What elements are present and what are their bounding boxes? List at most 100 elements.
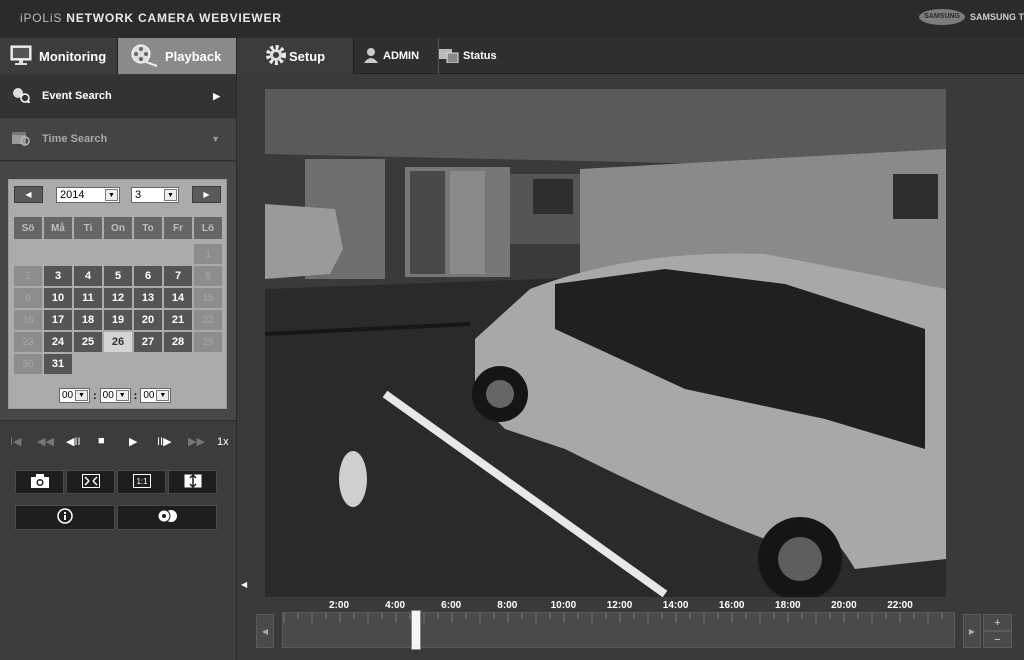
gear-icon [265,44,287,69]
chevron-down-icon: ▼ [105,189,118,201]
calendar-day[interactable]: 8 [194,266,222,286]
timeline-next-button[interactable]: ▶ [963,614,981,648]
step-forward-icon[interactable]: II▶ [157,435,172,448]
calendar-day[interactable]: 13 [134,288,162,308]
arrow-right-icon: ▶ [203,190,210,199]
stop-icon[interactable]: ■ [98,435,105,447]
chevron-down-icon: ▼ [164,189,177,201]
fit-screen-button[interactable] [66,470,115,494]
timeline-label: 4:00 [385,600,406,611]
timeline-scale: 2:00 4:00 6:00 8:00 10:00 12:00 14:00 16:00 18:0… [0,600,1024,612]
year-value: 2014 [60,189,85,201]
camera-image [265,89,946,597]
calendar-day[interactable]: 1 [194,244,222,264]
svg-text:1:1: 1:1 [136,477,148,486]
step-back-icon[interactable]: ◀II [66,435,81,448]
calendar-day[interactable]: 23 [14,332,42,352]
timeline-label: 12:00 [606,600,633,611]
time-search-menu[interactable]: Time Search ▼ [0,118,236,161]
tab-playback[interactable]: Playback [118,38,236,74]
calendar-icon [12,130,30,149]
calendar-day[interactable]: 10 [44,288,72,308]
tab-monitoring-label: Monitoring [39,48,107,64]
calendar-day[interactable]: 2 [14,266,42,286]
calendar-day[interactable]: 14 [164,288,192,308]
user-menu[interactable]: ADMIN [364,38,419,74]
fast-forward-icon[interactable]: ▶▶ [188,435,205,448]
calendar-day[interactable]: 17 [44,310,72,330]
timeline-label: 2:00 [328,600,350,611]
prev-month-button[interactable]: ◀ [14,186,43,203]
status-button[interactable]: Status [438,38,497,74]
chevron-down-icon: ▼ [156,390,170,401]
chevron-right-icon: ▶ [213,90,220,101]
calendar-day[interactable]: 9 [14,288,42,308]
tab-monitoring[interactable]: Monitoring [0,38,118,74]
calendar-day[interactable]: 29 [194,332,222,352]
video-frame[interactable] [265,89,946,597]
calendar-day[interactable]: 3 [44,266,72,286]
timeline-bar[interactable] [282,612,957,648]
capture-button[interactable] [15,470,64,494]
timeline-label: 10:00 [550,600,577,611]
calendar-day[interactable]: 4 [74,266,102,286]
collapse-sidebar-icon[interactable]: ◀ [241,580,247,589]
minute-select[interactable]: 00 ▼ [99,388,131,403]
info-icon [57,508,73,527]
month-select[interactable]: 3 ▼ [131,187,179,203]
weekday-header: Lö [194,217,222,239]
calendar-day[interactable]: 25 [74,332,102,352]
calendar-day[interactable]: 20 [134,310,162,330]
timeline-ticks [283,613,957,623]
backup-button[interactable] [117,505,217,530]
minute-value: 00 [102,390,114,401]
calendar-day[interactable]: 22 [194,310,222,330]
timeline-prev-button[interactable]: ◀ [256,614,274,648]
second-select[interactable]: 00 ▼ [140,388,172,403]
calendar-day[interactable]: 31 [44,354,72,374]
calendar-day[interactable]: 24 [44,332,72,352]
playback-controls: I◀ ◀◀ ◀II ■ ▶ II▶ ▶▶ 1x 1:1 [0,420,236,547]
timeline-label: 18:00 [775,600,801,611]
year-select[interactable]: 2014 ▼ [56,187,120,203]
zoom-out-button[interactable]: − [983,631,1012,648]
info-button[interactable] [15,505,115,530]
calendar-day[interactable]: 28 [164,332,192,352]
calendar-day[interactable]: 6 [134,266,162,286]
sidebar: Event Search ▶ Time Search ▼ ◀ 2014 ▼ 3 … [0,75,236,660]
status-icon [439,47,459,66]
user-icon [364,47,378,66]
zoom-in-button[interactable]: + [983,614,1012,631]
calendar-day[interactable]: 27 [134,332,162,352]
calendar-day[interactable]: 16 [14,310,42,330]
calendar-day[interactable]: 30 [14,354,42,374]
calendar-day[interactable]: 21 [164,310,192,330]
fullscreen-button[interactable] [168,470,217,494]
chevron-down-icon: ▼ [75,390,88,401]
calendar-day[interactable]: 18 [74,310,102,330]
timeline-cursor[interactable] [411,610,421,650]
actual-size-button[interactable]: 1:1 [117,470,166,494]
event-search-menu[interactable]: Event Search ▶ [0,75,236,118]
title-bar: iPOLiS NETWORK CAMERA WEBVIEWER SAMSUNG … [0,0,1024,38]
tab-setup[interactable]: Setup [236,38,354,74]
calendar-day[interactable]: 7 [164,266,192,286]
weekday-header: On [104,217,132,239]
play-icon[interactable]: ▶ [129,435,137,448]
time-separator: : [133,389,138,402]
timeline-label: 22:00 [887,600,913,611]
fast-rewind-icon[interactable]: ◀◀ [37,435,54,448]
chevron-down-icon: ▼ [211,134,220,144]
calendar-day[interactable]: 5 [104,266,132,286]
film-reel-icon [130,43,158,70]
calendar-day[interactable]: 15 [194,288,222,308]
calendar-day[interactable]: 11 [74,288,102,308]
rewind-end-icon[interactable]: I◀ [10,435,22,448]
calendar-day[interactable]: 12 [104,288,132,308]
next-month-button[interactable]: ▶ [192,186,221,203]
timeline-label: 20:00 [831,600,857,611]
hour-select[interactable]: 00 ▼ [59,388,90,403]
timeline-label: 14:00 [662,600,689,611]
calendar-day[interactable]: 19 [104,310,132,330]
calendar-day[interactable]: 26 [104,332,132,352]
